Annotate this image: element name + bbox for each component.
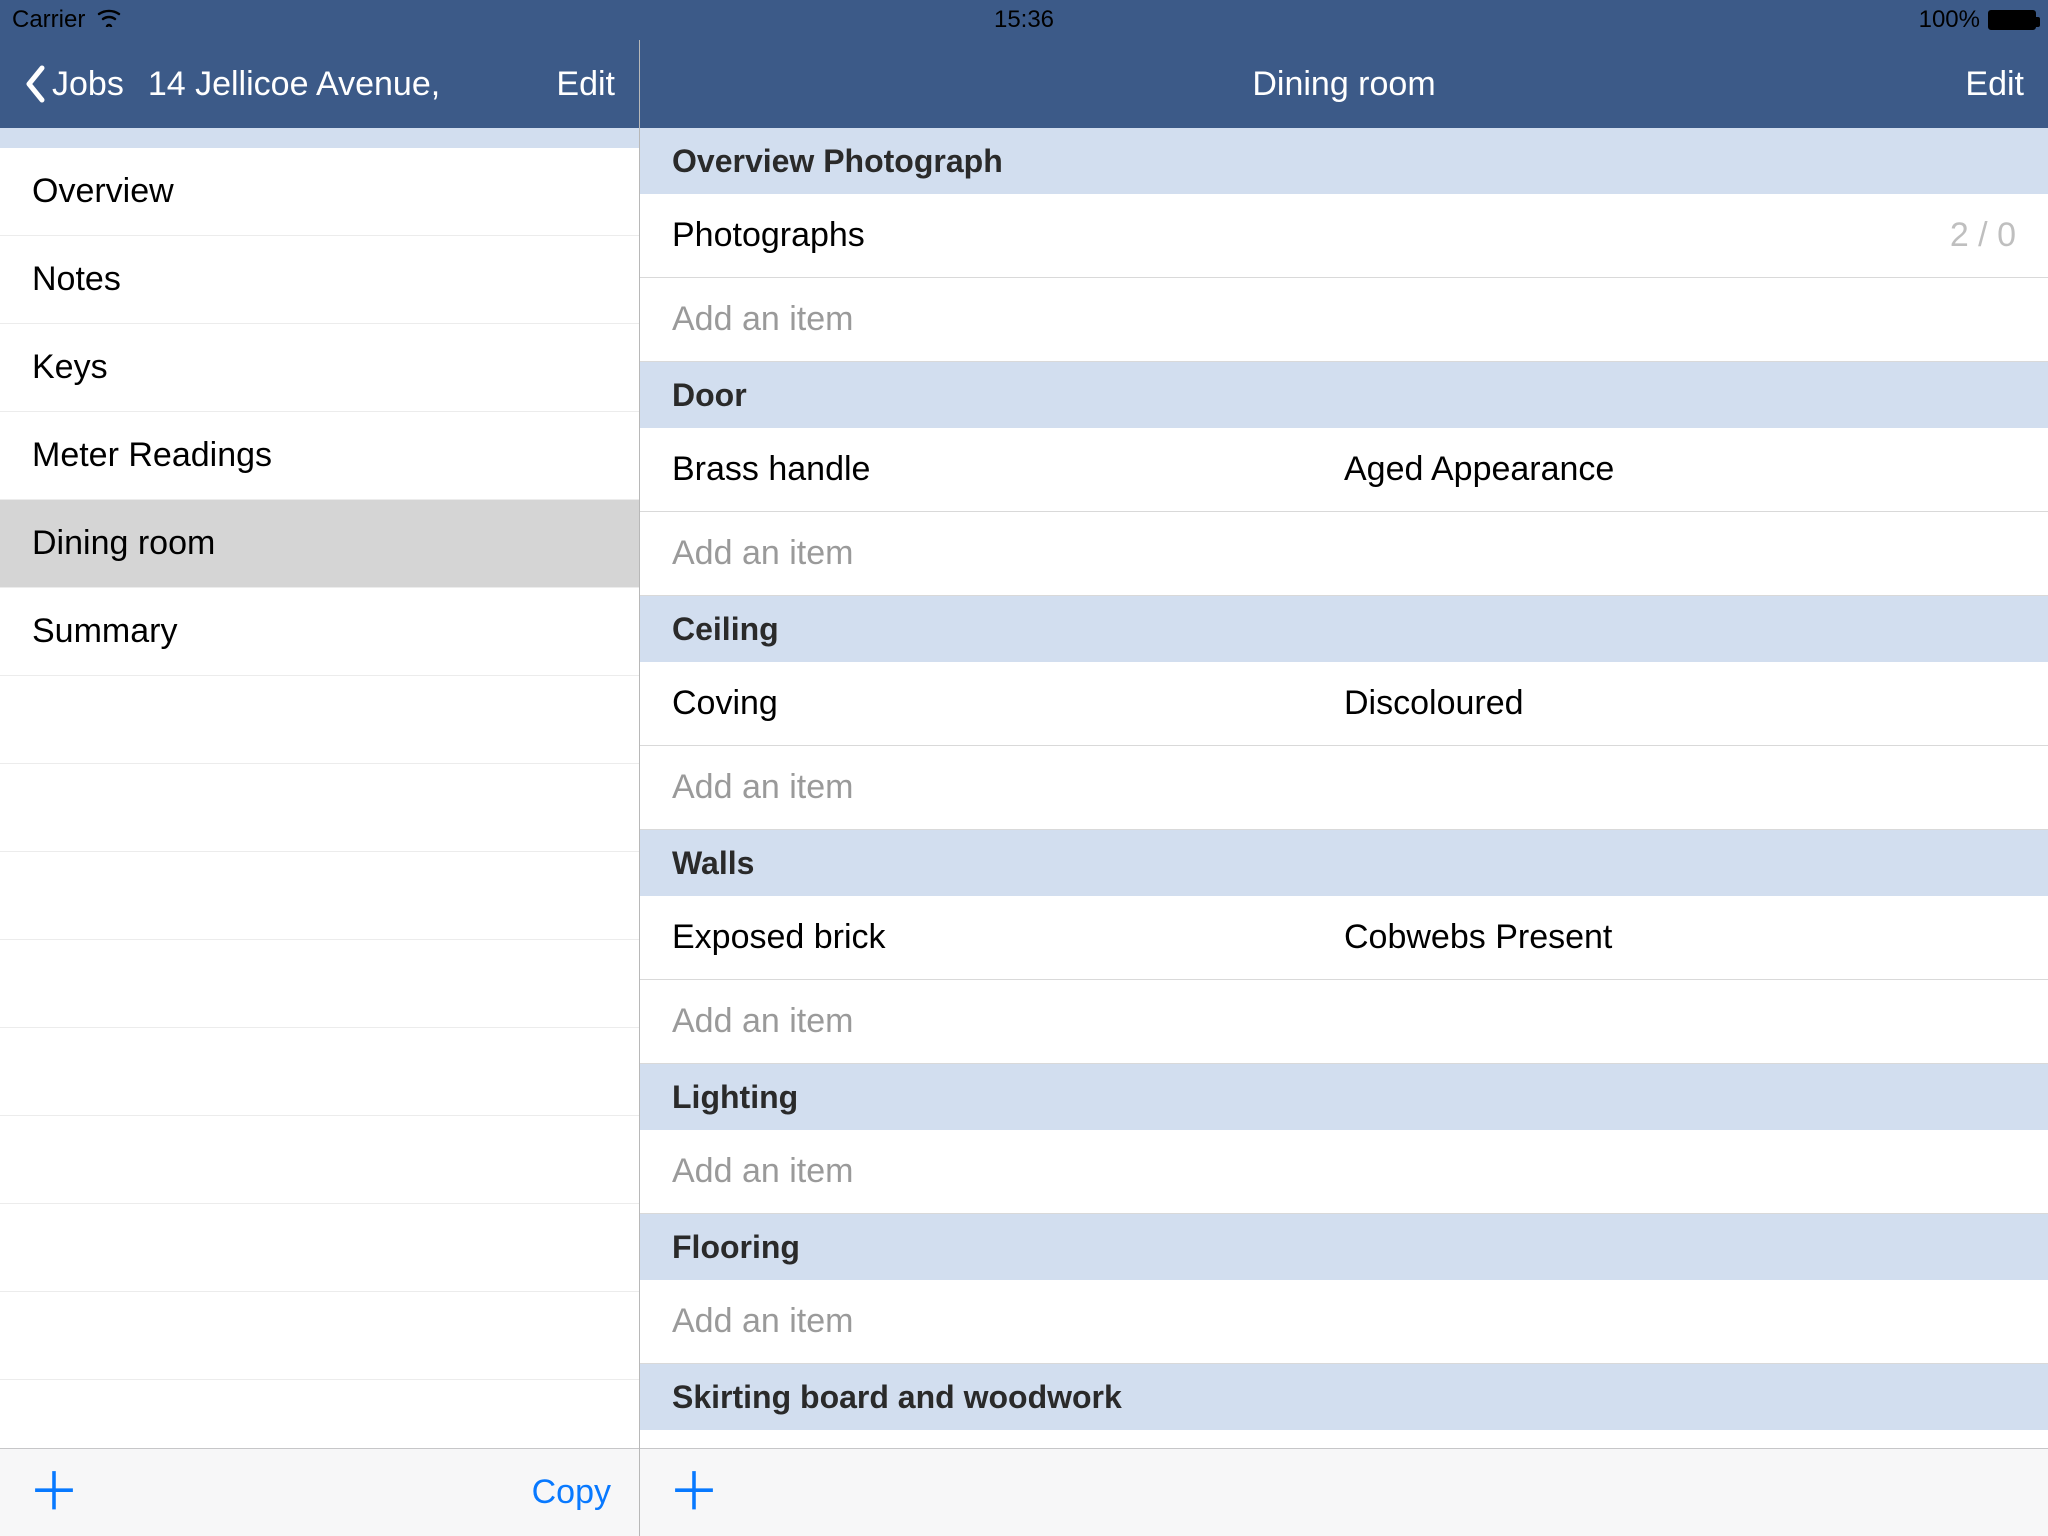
empty-row [0, 764, 639, 852]
add-item-label: Add an item [672, 1302, 853, 1341]
empty-row [0, 852, 639, 940]
detail-title: Dining room [1252, 65, 1435, 104]
master-edit-button[interactable]: Edit [556, 65, 615, 104]
status-time: 15:36 [994, 6, 1054, 34]
add-item-row[interactable]: Add an item [640, 512, 2048, 596]
section-header: Ceiling [640, 596, 2048, 662]
sidebar-item[interactable]: Overview [0, 148, 639, 236]
detail-row-value: Aged Appearance [1344, 450, 1614, 489]
detail-row-value: Cobwebs Present [1344, 918, 1612, 957]
copy-button[interactable]: Copy [532, 1473, 611, 1512]
empty-row [0, 1292, 639, 1380]
sidebar-item[interactable]: Meter Readings [0, 412, 639, 500]
sidebar-item[interactable]: Notes [0, 236, 639, 324]
sidebar-item[interactable]: Summary [0, 588, 639, 676]
add-item-label: Add an item [672, 768, 853, 807]
sidebar-item-label: Notes [32, 260, 121, 299]
master-add-button[interactable]: ＋ [28, 1467, 80, 1519]
wifi-icon [95, 6, 123, 34]
add-item-row[interactable]: Add an item [640, 1280, 2048, 1364]
add-item-row[interactable]: Add an item [640, 278, 2048, 362]
section-header: Walls [640, 830, 2048, 896]
detail-row[interactable]: CovingDiscoloured [640, 662, 2048, 746]
add-item-row[interactable]: Add an item [640, 1130, 2048, 1214]
add-item-label: Add an item [672, 1002, 853, 1041]
chevron-left-icon [24, 65, 46, 103]
master-pane: Jobs 14 Jellicoe Avenue, Edit Overview No… [0, 40, 640, 1536]
detail-list[interactable]: Overview Photograph Photographs 2 / 0 Add a… [640, 128, 2048, 1448]
master-list-top-gap [0, 128, 639, 148]
detail-row-label: Exposed brick [672, 918, 1344, 957]
detail-pane: Dining room Edit Overview PhotographPhot… [640, 40, 2048, 1536]
sidebar-item-label: Keys [32, 348, 108, 387]
empty-row [0, 1380, 639, 1448]
add-item-label: Add an item [672, 1152, 853, 1191]
detail-row-value: Discoloured [1344, 684, 1524, 723]
status-bar: Carrier 15:36 100% [0, 0, 2048, 40]
sidebar-item[interactable]: Dining room [0, 500, 639, 588]
detail-navbar: Dining room Edit [640, 40, 2048, 128]
carrier-label: Carrier [12, 6, 85, 34]
detail-row-label: Brass handle [672, 450, 1344, 489]
empty-row [0, 1116, 639, 1204]
empty-row [0, 940, 639, 1028]
master-title: 14 Jellicoe Avenue, [148, 65, 440, 104]
detail-row[interactable]: Brass handleAged Appearance [640, 428, 2048, 512]
back-label: Jobs [52, 65, 124, 104]
section-header: Flooring [640, 1214, 2048, 1280]
section-header: Lighting [640, 1064, 2048, 1130]
detail-add-button[interactable]: ＋ [668, 1467, 720, 1519]
empty-row [0, 1204, 639, 1292]
empty-row [0, 1028, 639, 1116]
detail-row[interactable]: Exposed brickCobwebs Present [640, 896, 2048, 980]
sidebar-item[interactable]: Keys [0, 324, 639, 412]
detail-row-trailing: 2 / 0 [1950, 216, 2016, 255]
add-item-label: Add an item [672, 300, 853, 339]
sidebar-item-label: Summary [32, 612, 177, 651]
sidebar-item-label: Dining room [32, 524, 215, 563]
detail-row[interactable]: Photographs 2 / 0 [640, 194, 2048, 278]
detail-toolbar: ＋ [640, 1448, 2048, 1536]
sidebar-item-label: Meter Readings [32, 436, 272, 475]
add-item-label: Add an item [672, 534, 853, 573]
master-navbar: Jobs 14 Jellicoe Avenue, Edit [0, 40, 639, 128]
section-header: Overview Photograph [640, 128, 2048, 194]
empty-row [0, 676, 639, 764]
master-toolbar: ＋ Copy [0, 1448, 639, 1536]
battery-percent-label: 100% [1919, 6, 1980, 34]
detail-row-label: Photographs [672, 216, 1344, 255]
master-list: Overview Notes Keys Meter Readings Dining ro… [0, 128, 639, 1448]
section-header: Skirting board and woodwork [640, 1364, 2048, 1430]
battery-icon [1988, 10, 2036, 30]
section-header: Door [640, 362, 2048, 428]
back-button[interactable]: Jobs [24, 65, 124, 104]
detail-row-label: Coving [672, 684, 1344, 723]
add-item-row[interactable]: Add an item [640, 746, 2048, 830]
add-item-row[interactable]: Add an item [640, 980, 2048, 1064]
detail-edit-button[interactable]: Edit [1965, 65, 2024, 104]
sidebar-item-label: Overview [32, 172, 174, 211]
add-item-row[interactable]: Add an item [640, 1430, 2048, 1448]
